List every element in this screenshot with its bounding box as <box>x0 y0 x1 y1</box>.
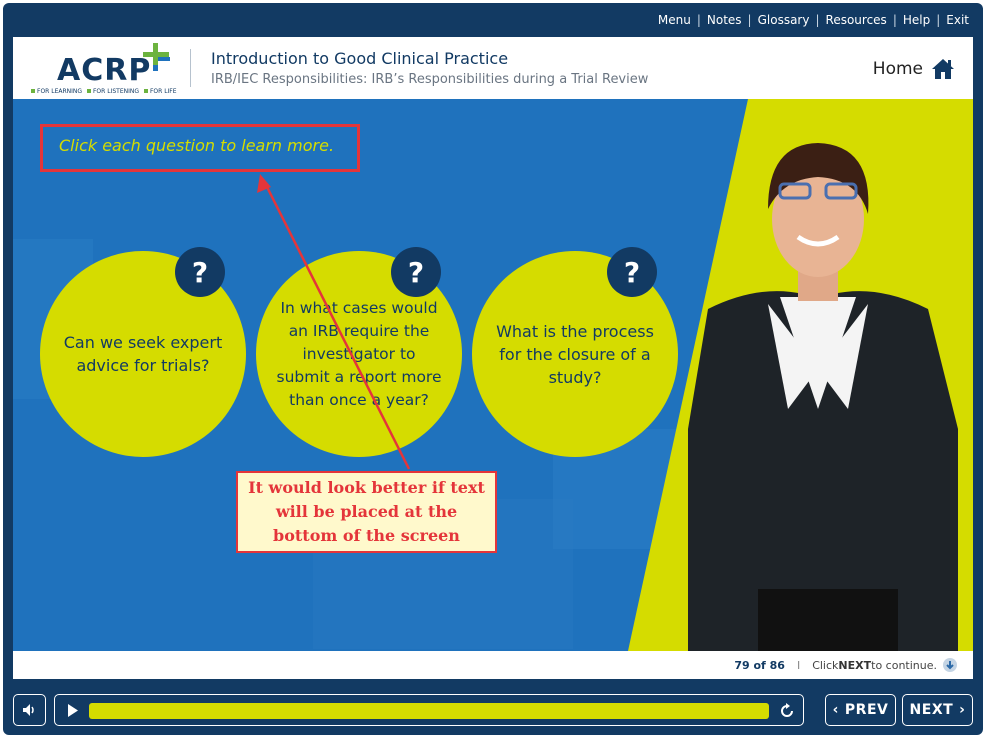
play-icon[interactable] <box>67 703 79 717</box>
logo-tagline-life: FOR LIFE <box>149 88 177 95</box>
nav-separator: | <box>892 13 897 27</box>
annotation-arrow <box>257 174 411 470</box>
acrp-logo: ACRP FOR LEARNING FOR LISTENING FOR LIFE <box>27 41 187 97</box>
logo-cross-icon <box>143 43 170 71</box>
continue-key: NEXT <box>838 658 872 672</box>
prev-button[interactable]: ‹ PREV <box>825 694 896 726</box>
page-info: 79 of 86 I Click NEXT to continue. <box>734 658 957 672</box>
home-button[interactable]: Home <box>873 58 955 80</box>
slide-footer: 79 of 86 I Click NEXT to continue. <box>13 651 973 679</box>
review-comment-callout: It would look better if text will be pla… <box>236 471 497 553</box>
chevron-right-icon: › <box>959 702 966 718</box>
notes-link[interactable]: Notes <box>707 13 742 27</box>
menu-link[interactable]: Menu <box>658 13 691 27</box>
continue-suffix: to continue. <box>871 658 937 672</box>
course-header: ACRP FOR LEARNING FOR LISTENING FOR LIFE… <box>13 37 973 99</box>
home-label: Home <box>872 59 923 79</box>
volume-button[interactable] <box>13 694 46 726</box>
continue-prefix: Click <box>812 658 839 672</box>
logo-tagline: FOR LEARNING FOR LISTENING FOR LIFE <box>31 88 177 95</box>
player-frame: Menu | Notes | Glossary | Resources | He… <box>3 3 983 735</box>
prev-label: PREV <box>844 702 889 718</box>
next-label: NEXT <box>909 702 954 718</box>
slide-subtitle: IRB/IEC Responsibilities: IRB’s Responsi… <box>211 72 649 87</box>
home-icon <box>932 59 954 79</box>
exit-link[interactable]: Exit <box>946 13 969 27</box>
arrow-down-icon <box>943 658 957 672</box>
nav-separator: | <box>696 13 701 27</box>
next-button[interactable]: NEXT › <box>902 694 973 726</box>
glossary-link[interactable]: Glossary <box>758 13 810 27</box>
nav-separator: | <box>936 13 941 27</box>
footer-separator: I <box>796 658 801 672</box>
top-navigation: Menu | Notes | Glossary | Resources | He… <box>658 13 969 27</box>
slide-stage: Click each question to learn more. Can w… <box>13 99 973 651</box>
nav-separator: | <box>815 13 820 27</box>
course-title: Introduction to Good Clinical Practice <box>211 49 509 68</box>
logo-tagline-listening: FOR LISTENING <box>92 88 140 95</box>
progress-bar[interactable] <box>89 703 769 719</box>
logo-tagline-learning: FOR LEARNING <box>37 88 83 95</box>
help-link[interactable]: Help <box>903 13 930 27</box>
chevron-left-icon: ‹ <box>832 702 839 718</box>
replay-icon[interactable] <box>778 702 796 720</box>
logo-wordmark: ACRP <box>57 53 152 88</box>
resources-link[interactable]: Resources <box>826 13 887 27</box>
header-divider <box>190 49 191 87</box>
volume-icon <box>22 704 34 716</box>
player-controls: ‹ PREV NEXT › <box>13 692 973 728</box>
nav-separator: | <box>747 13 752 27</box>
page-counter: 79 of 86 <box>734 658 785 672</box>
